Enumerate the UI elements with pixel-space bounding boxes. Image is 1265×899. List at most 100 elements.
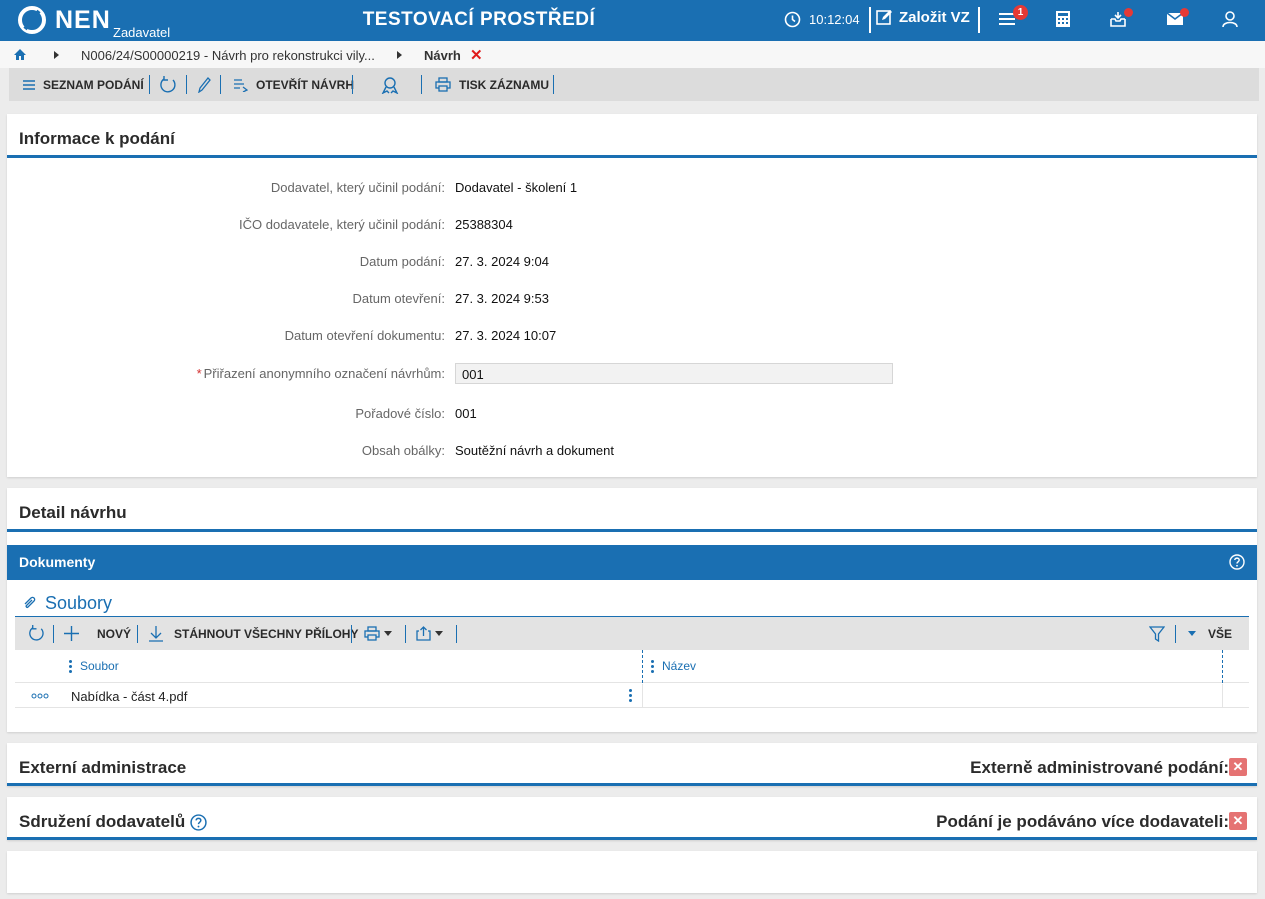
- column-menu-icon[interactable]: [651, 659, 654, 673]
- divider: [553, 75, 554, 94]
- order-number-row: Pořadové číslo: 001: [7, 404, 1257, 424]
- files-toolbar: NOVÝ STÁHNOUT VŠECHNY PŘÍLOHY VŠE: [15, 617, 1249, 650]
- column-divider[interactable]: [642, 650, 643, 683]
- anonymous-id-field[interactable]: 001: [455, 363, 893, 384]
- cell-divider: [1222, 684, 1223, 708]
- divider: [978, 7, 980, 33]
- breadcrumb: N006/24/S00000219 - Návrh pro rekonstruk…: [0, 41, 1265, 68]
- external-admin-flag-label: Externě administrované podání:: [970, 758, 1229, 777]
- filter-button[interactable]: [1149, 617, 1165, 650]
- refresh-icon: [160, 75, 176, 92]
- supplier-label: Dodavatel, který učinil podání:: [270, 180, 445, 195]
- open-lines-icon: [234, 78, 248, 92]
- cell-menu-icon[interactable]: [629, 689, 632, 702]
- info-panel-title: Informace k podání: [19, 129, 175, 148]
- main-toolbar: SEZNAM PODÁNÍ OTEVŘÍT NÁVRH TISK ZÁZNAMU: [9, 68, 1259, 101]
- divider: [1175, 625, 1176, 643]
- download-all-button[interactable]: STÁHNOUT VŠECHNY PŘÍLOHY: [149, 617, 358, 650]
- submission-date-row: Datum podání: 27. 3. 2024 9:04: [7, 252, 1257, 272]
- new-file-label: NOVÝ: [97, 626, 132, 641]
- inbox-badge: [1124, 8, 1133, 17]
- calculator-icon[interactable]: [1055, 10, 1071, 28]
- close-tab-icon[interactable]: ✕: [470, 46, 483, 64]
- caret-down-icon: [1188, 631, 1196, 636]
- export-dropdown[interactable]: [416, 617, 443, 650]
- file-name-cell[interactable]: Nabídka - část 4.pdf: [71, 689, 187, 704]
- section-divider: [7, 155, 1257, 158]
- help-icon[interactable]: [190, 813, 207, 831]
- divider: [137, 625, 138, 643]
- view-all-dropdown[interactable]: VŠE: [1188, 617, 1232, 650]
- anonymous-id-label: * Přiřazení anonymního označení návrhům:: [197, 366, 445, 381]
- divider: [421, 75, 422, 94]
- edit-button[interactable]: [197, 68, 219, 101]
- envelope-content-label: Obsah obálky:: [361, 443, 445, 458]
- divider: [53, 625, 54, 643]
- breadcrumb-item-procurement[interactable]: N006/24/S00000219 - Návrh pro rekonstruk…: [81, 48, 375, 63]
- caret-down-icon: [435, 631, 443, 636]
- submission-date-value: 27. 3. 2024 9:04: [455, 254, 549, 269]
- mail-badge: [1180, 8, 1189, 17]
- column-header-name-label: Název: [662, 659, 697, 673]
- print-icon: [364, 626, 380, 641]
- association-title-wrap: Sdružení dodavatelů: [19, 812, 207, 832]
- document-opening-date-value: 27. 3. 2024 10:07: [455, 328, 557, 343]
- column-header-file-label: Soubor: [80, 659, 119, 673]
- ico-value: 25388304: [455, 217, 513, 232]
- section-divider: [7, 837, 1257, 840]
- caret-down-icon: [384, 631, 392, 636]
- column-header-name[interactable]: Název: [651, 659, 696, 673]
- column-menu-icon[interactable]: [69, 659, 72, 673]
- award-button[interactable]: [381, 68, 407, 101]
- print-record-button[interactable]: TISK ZÁZNAMU: [435, 68, 549, 101]
- ico-row: IČO dodavatele, který učinil podání: 253…: [7, 215, 1257, 235]
- grid-print-dropdown[interactable]: [364, 617, 392, 650]
- breadcrumb-arrow-icon: [54, 51, 59, 59]
- section-divider: [7, 529, 1257, 532]
- create-vz-button[interactable]: Založit VZ: [876, 9, 970, 26]
- opening-date-value: 27. 3. 2024 9:53: [455, 291, 549, 306]
- opening-date-row: Datum otevření: 27. 3. 2024 9:53: [7, 289, 1257, 309]
- cell-divider: [642, 684, 643, 708]
- breadcrumb-item-current: Návrh: [424, 48, 461, 63]
- attachment-icon: [24, 596, 36, 608]
- print-record-label: TISK ZÁZNAMU: [459, 77, 549, 92]
- award-icon: [381, 76, 399, 94]
- grid-refresh-button[interactable]: [28, 617, 45, 650]
- divider: [869, 7, 871, 33]
- new-file-button[interactable]: NOVÝ: [64, 617, 131, 650]
- files-grid-header: Soubor Název: [15, 650, 1249, 683]
- column-header-file[interactable]: Soubor: [69, 659, 119, 673]
- external-admin-title: Externí administrace: [19, 758, 187, 777]
- association-flag-label: Podání je podáváno více dodavateli:: [936, 812, 1229, 831]
- divider: [352, 75, 353, 94]
- false-flag-icon: ✕: [1229, 812, 1247, 830]
- empty-panel: [7, 851, 1257, 893]
- open-proposal-button[interactable]: OTEVŘÍT NÁVRH: [234, 68, 354, 101]
- notification-badge: 1: [1013, 5, 1028, 20]
- envelope-content-row: Obsah obálky: Soutěžní návrh a dokument: [7, 441, 1257, 461]
- detail-panel: Detail návrhu Dokumenty Soubory NOVÝ STÁ…: [7, 488, 1257, 732]
- top-bar: NEN Zadavatel TESTOVACÍ PROSTŘEDÍ 10:12:…: [0, 0, 1265, 41]
- create-vz-label: Založit VZ: [899, 9, 970, 26]
- refresh-button[interactable]: [159, 68, 185, 101]
- edit-icon: [876, 10, 892, 25]
- row-actions-icon[interactable]: [31, 693, 49, 699]
- association-title: Sdružení dodavatelů: [19, 812, 186, 831]
- supplier-value: Dodavatel - školení 1: [455, 180, 578, 195]
- required-mark: *: [196, 366, 202, 381]
- info-panel: Informace k podání Dodavatel, který učin…: [7, 114, 1257, 477]
- help-icon[interactable]: [1229, 554, 1245, 570]
- column-divider[interactable]: [1222, 650, 1223, 683]
- export-icon: [416, 626, 431, 641]
- documents-header: Dokumenty: [7, 545, 1257, 580]
- table-row[interactable]: Nabídka - část 4.pdf: [15, 684, 1249, 708]
- anonymous-id-label-text: Přiřazení anonymního označení návrhům:: [203, 366, 445, 381]
- list-submissions-button[interactable]: SEZNAM PODÁNÍ: [23, 68, 144, 101]
- list-icon: [23, 79, 35, 90]
- session-clock: 10:12:04: [784, 11, 860, 28]
- documents-title: Dokumenty: [19, 554, 96, 570]
- user-icon[interactable]: [1222, 10, 1238, 28]
- home-icon[interactable]: [13, 48, 27, 61]
- divider: [220, 75, 221, 94]
